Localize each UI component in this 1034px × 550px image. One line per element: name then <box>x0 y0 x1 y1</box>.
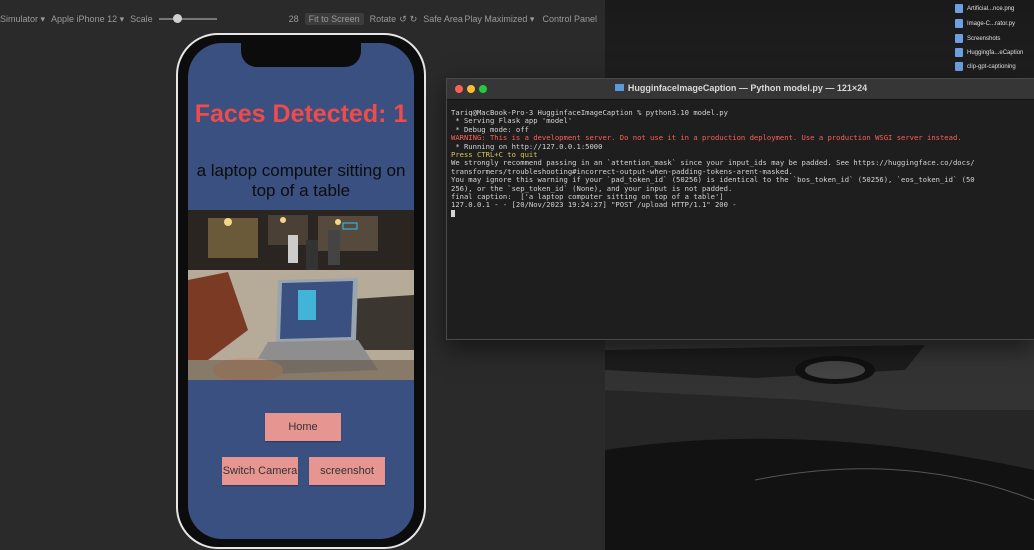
folder-icon <box>955 48 963 57</box>
finder-item[interactable]: Image-C...rator.py <box>955 19 1015 28</box>
terminal-title-text: HugginfaceImageCaption — Python model.py… <box>627 83 868 93</box>
terminal-prompt-line <box>451 209 1031 218</box>
game-view-toolbar: Simulator ▾ Apple iPhone 12 ▾ Scale 28 F… <box>0 10 605 28</box>
terminal-title: HugginfaceImageCaption — Python model.py… <box>447 83 1034 93</box>
terminal-line: * Running on http://127.0.0.1:5000 <box>451 141 603 151</box>
control-panel-button[interactable]: Control Panel <box>542 14 597 24</box>
simulator-dropdown[interactable]: Simulator ▾ <box>0 14 45 25</box>
folder-icon <box>955 62 963 71</box>
scale-slider[interactable] <box>158 14 217 23</box>
finder-item-label: Huggingfa...eCaption <box>967 49 1024 56</box>
finder-item-label: Image-C...rator.py <box>967 20 1016 27</box>
rotate-right-icon[interactable]: ↻ <box>410 14 418 25</box>
scale-slider-knob[interactable] <box>172 14 182 23</box>
terminal-line: 127.0.0.1 - - [20/Nov/2023 19:24:27] "PO… <box>451 200 737 210</box>
terminal-line: * Serving Flask app 'model' <box>451 116 573 126</box>
finder-item[interactable]: Screenshots <box>955 34 1000 43</box>
device-dropdown[interactable]: Apple iPhone 12 ▾ <box>51 14 124 25</box>
folder-icon <box>614 84 624 91</box>
finder-item-label: clip-gpt-captioning <box>967 63 1016 70</box>
phone-notch <box>241 43 361 67</box>
fit-to-screen-button[interactable]: Fit to Screen <box>304 13 364 25</box>
finder-item-label: Screenshots <box>967 35 1001 42</box>
play-mode-dropdown[interactable]: Play Maximized ▾ <box>464 14 534 25</box>
terminal-title-bar[interactable]: HugginfaceImageCaption — Python model.py… <box>447 79 1034 100</box>
camera-feed-image <box>188 210 414 380</box>
scale-value: 28 <box>288 14 299 24</box>
app-screen: Faces Detected: 1 a laptop computer sitt… <box>188 43 414 539</box>
safe-area-toggle[interactable]: Safe Area <box>423 14 463 24</box>
scale-label: Scale <box>130 14 153 24</box>
terminal-cursor <box>451 209 455 217</box>
folder-icon <box>955 34 963 43</box>
finder-item[interactable]: Artificial...nce.png <box>955 4 1014 13</box>
iphone-simulator-frame: Faces Detected: 1 a laptop computer sitt… <box>176 33 426 549</box>
rotate-label: Rotate <box>369 14 397 24</box>
terminal-window[interactable]: HugginfaceImageCaption — Python model.py… <box>446 78 1034 340</box>
file-icon <box>955 4 963 13</box>
rotate-button[interactable]: Rotate ↺ ↻ <box>370 14 418 25</box>
finder-item[interactable]: clip-gpt-captioning <box>955 62 1016 71</box>
screenshot-button[interactable]: screenshot <box>309 457 385 485</box>
car-wallpaper-image <box>605 330 1034 550</box>
finder-item[interactable]: Huggingfa...eCaption <box>955 48 1023 57</box>
faces-detected-title: Faces Detected: 1 <box>194 100 408 128</box>
camera-preview <box>188 210 414 380</box>
home-button[interactable]: Home <box>265 413 341 441</box>
terminal-output[interactable]: Tariq@MacBook-Pro-3 HugginfaceImageCapti… <box>447 100 1034 218</box>
image-caption-text: a laptop computer sitting on top of a ta… <box>196 161 406 200</box>
file-icon <box>955 19 963 28</box>
finder-item-label: Artificial...nce.png <box>967 5 1015 12</box>
toolbar-right-group: Play Maximized ▾ Control Panel <box>464 10 597 28</box>
rotate-left-icon[interactable]: ↺ <box>399 14 407 25</box>
switch-camera-button[interactable]: Switch Camera <box>222 457 298 485</box>
